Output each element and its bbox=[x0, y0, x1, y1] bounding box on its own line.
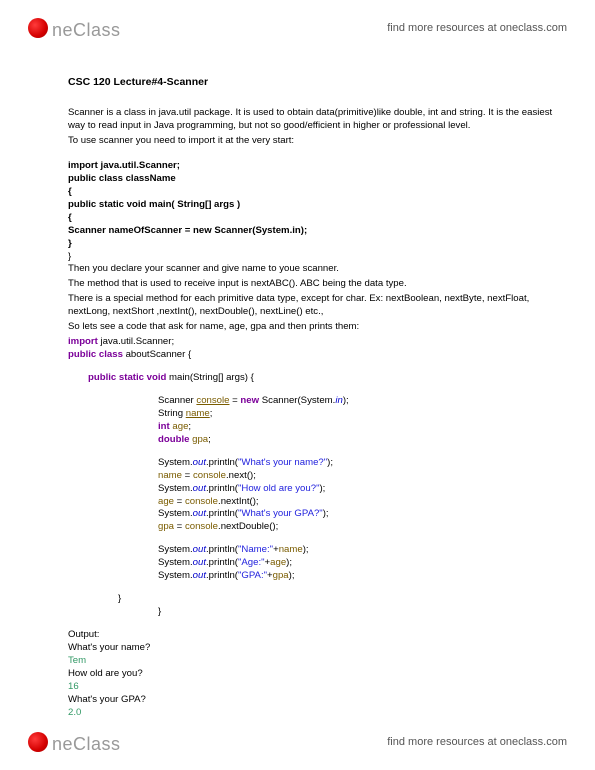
code-line: System.out.println("How old are you?"); bbox=[68, 483, 555, 496]
code-line: { bbox=[68, 186, 555, 199]
code-line: public static void main( String[] args ) bbox=[68, 199, 555, 212]
output-line: 16 bbox=[68, 681, 555, 694]
explain-1: Then you declare your scanner and give n… bbox=[68, 263, 555, 276]
code-line: System.out.println("What's your name?"); bbox=[68, 457, 555, 470]
explain-2: The method that is used to receive input… bbox=[68, 278, 555, 291]
code-line: } bbox=[68, 593, 555, 606]
logo-text-part2: Class bbox=[73, 734, 121, 755]
code-line: System.out.println("What's your GPA?"); bbox=[68, 508, 555, 521]
output-line: What's your GPA? bbox=[68, 694, 555, 707]
code-snippet-2: import java.util.Scanner; public class a… bbox=[68, 336, 555, 619]
code-line: Scanner nameOfScanner = new Scanner(Syst… bbox=[68, 225, 555, 238]
code-line: } bbox=[68, 606, 555, 619]
find-resources-link[interactable]: find more resources at oneclass.com bbox=[387, 22, 567, 34]
code-line: System.out.println("Name:"+name); bbox=[68, 544, 555, 557]
code-line: Scanner console = new Scanner(System.in)… bbox=[68, 395, 555, 408]
intro-paragraph-2: To use scanner you need to import it at … bbox=[68, 135, 555, 148]
code-line: { bbox=[68, 212, 555, 225]
code-line: int age; bbox=[68, 421, 555, 434]
logo-text-part2: Class bbox=[73, 20, 121, 41]
output-label: Output: bbox=[68, 629, 555, 642]
lecture-title: CSC 120 Lecture#4-Scanner bbox=[68, 75, 555, 89]
code-line: } bbox=[68, 251, 555, 264]
brand-logo: ne Class bbox=[28, 730, 121, 755]
brand-logo: ne Class bbox=[28, 16, 121, 41]
intro-paragraph-1: Scanner is a class in java.util package.… bbox=[68, 107, 555, 133]
code-line: } bbox=[68, 238, 555, 251]
output-line: Tem bbox=[68, 655, 555, 668]
code-line: System.out.println("Age:"+age); bbox=[68, 557, 555, 570]
document-body: CSC 120 Lecture#4-Scanner Scanner is a c… bbox=[68, 75, 555, 720]
output-line: How old are you? bbox=[68, 668, 555, 681]
code-line: name = console.next(); bbox=[68, 470, 555, 483]
logo-icon bbox=[28, 18, 48, 38]
explain-4: So lets see a code that ask for name, ag… bbox=[68, 321, 555, 334]
logo-text-part1: ne bbox=[52, 734, 73, 755]
page-header: ne Class find more resources at oneclass… bbox=[0, 8, 595, 48]
logo-text-part1: ne bbox=[52, 20, 73, 41]
code-line: age = console.nextInt(); bbox=[68, 496, 555, 509]
output-line: 2.0 bbox=[68, 707, 555, 720]
find-resources-link[interactable]: find more resources at oneclass.com bbox=[387, 736, 567, 748]
code-line: public static void main(String[] args) { bbox=[68, 372, 555, 385]
code-line: String name; bbox=[68, 408, 555, 421]
logo-icon bbox=[28, 732, 48, 752]
code-line: public class className bbox=[68, 173, 555, 186]
output-line: What's your name? bbox=[68, 642, 555, 655]
page-footer: ne Class find more resources at oneclass… bbox=[0, 722, 595, 762]
code-line: public class aboutScanner { bbox=[68, 349, 555, 362]
code-line: System.out.println("GPA:"+gpa); bbox=[68, 570, 555, 583]
explain-3: There is a special method for each primi… bbox=[68, 293, 555, 319]
code-line: double gpa; bbox=[68, 434, 555, 447]
code-snippet-1: import java.util.Scanner; public class c… bbox=[68, 160, 555, 264]
code-line: gpa = console.nextDouble(); bbox=[68, 521, 555, 534]
code-line: import java.util.Scanner; bbox=[68, 336, 555, 349]
code-line: import java.util.Scanner; bbox=[68, 160, 555, 173]
